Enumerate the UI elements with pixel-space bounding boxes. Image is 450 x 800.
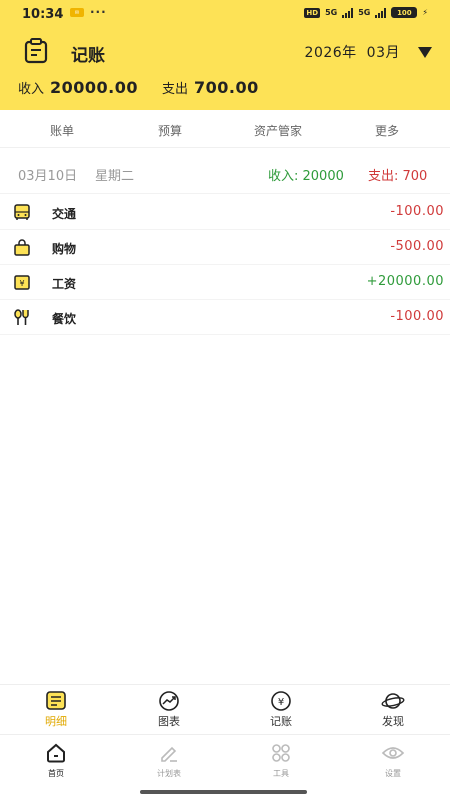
notification-icon: ✉ — [70, 8, 84, 17]
nav-plan[interactable]: 计划表 — [134, 743, 204, 779]
tab-budget[interactable]: 预算 — [130, 122, 210, 139]
dropdown-triangle-icon — [418, 46, 432, 58]
record-name: 餐饮 — [52, 312, 77, 326]
day-summary: 03月10日 星期二 收入: 20000 支出: 700 — [0, 150, 450, 194]
record-name: 购物 — [52, 242, 77, 256]
record-row[interactable]: ¥ 工资 +20000.00 — [0, 265, 450, 300]
clipboard-icon — [24, 38, 48, 64]
svg-text:¥: ¥ — [278, 697, 284, 708]
tab-assets[interactable]: 资产管家 — [238, 122, 318, 139]
top-tabs: 账单 预算 资产管家 更多 — [0, 110, 450, 148]
home-indicator[interactable] — [140, 790, 307, 794]
home-icon — [47, 743, 65, 763]
day-expense: 支出: 700 — [368, 169, 428, 184]
total-expense: 支出 700.00 — [162, 78, 259, 97]
tab-charts[interactable]: 图表 — [134, 691, 204, 729]
utensils-icon — [14, 309, 29, 325]
pencil-icon — [161, 746, 177, 762]
signal-icon-2 — [375, 7, 387, 18]
record-amount: -500.00 — [390, 239, 444, 254]
header-area: 10:34 ✉ ··· HD 5G 5G 100 ⚡ 记账 2026年 03月 … — [0, 0, 450, 110]
bottom-tab-bar: 明细 图表 ¥ 记账 发现 — [0, 684, 450, 732]
nav-tools[interactable]: 工具 — [246, 743, 316, 779]
tab-more[interactable]: 更多 — [347, 122, 427, 139]
month-selector[interactable]: 2026年 03月 — [305, 42, 432, 62]
tab-bookkeeping[interactable]: ¥ 记账 — [246, 691, 316, 729]
year-label: 2026年 — [304, 45, 357, 61]
record-row[interactable]: 购物 -500.00 — [0, 230, 450, 265]
planet-icon — [381, 693, 405, 709]
eye-icon — [381, 747, 405, 759]
svg-text:¥: ¥ — [19, 279, 24, 288]
status-right: HD 5G 5G 100 ⚡ — [304, 7, 428, 18]
status-bar: 10:34 ✉ ··· HD 5G 5G 100 ⚡ — [0, 0, 450, 30]
record-amount: -100.00 — [390, 204, 444, 219]
tab-details[interactable]: 明细 — [21, 691, 91, 729]
signal-icon — [342, 7, 354, 18]
record-name: 交通 — [52, 207, 77, 221]
wage-icon: ¥ — [14, 275, 30, 290]
more-notifications-icon: ··· — [90, 5, 107, 19]
record-name: 工资 — [52, 277, 77, 291]
status-time: 10:34 — [22, 7, 64, 22]
hd-icon: HD — [304, 7, 321, 18]
battery-icon: 100 — [391, 7, 418, 18]
month-label: 03月 — [366, 45, 400, 61]
tab-bills[interactable]: 账单 — [22, 122, 102, 139]
nav-home[interactable]: 首页 — [21, 743, 91, 779]
record-amount: -100.00 — [390, 309, 444, 324]
main-nav-bar: 首页 计划表 工具 设置 — [0, 734, 450, 800]
yuan-icon: ¥ — [271, 691, 291, 711]
record-amount: +20000.00 — [366, 274, 444, 289]
day-date: 03月10日 — [18, 169, 78, 184]
day-income: 收入: 20000 — [268, 169, 344, 184]
grid-icon — [272, 744, 290, 762]
shopping-bag-icon — [14, 239, 30, 256]
bus-icon — [14, 204, 30, 220]
network-5g-label: 5G — [325, 8, 338, 17]
list-icon — [46, 691, 66, 710]
page-title: 记账 — [71, 46, 105, 66]
total-income: 收入 20000.00 — [18, 78, 139, 97]
record-row[interactable]: 餐饮 -100.00 — [0, 300, 450, 335]
nav-settings[interactable]: 设置 — [358, 743, 428, 779]
network-5g-label-2: 5G — [358, 8, 371, 17]
charging-icon: ⚡ — [422, 8, 428, 17]
day-weekday: 星期二 — [95, 169, 135, 184]
record-row[interactable]: 交通 -100.00 — [0, 195, 450, 230]
tab-discover[interactable]: 发现 — [358, 691, 428, 729]
trend-chart-icon — [159, 691, 179, 711]
